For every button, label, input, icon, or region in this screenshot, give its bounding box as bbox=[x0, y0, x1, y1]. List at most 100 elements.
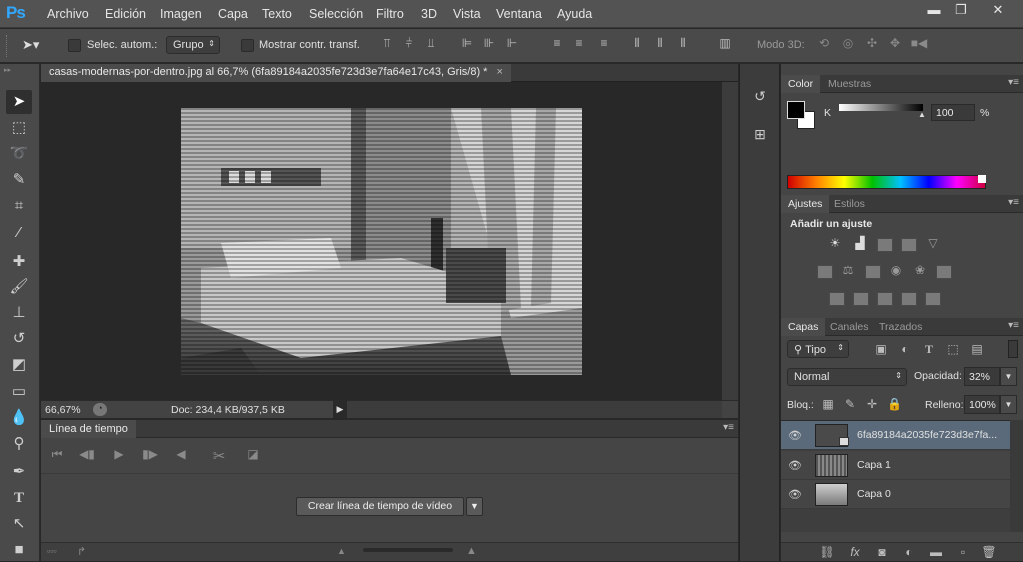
tab-channels[interactable]: Canales bbox=[823, 318, 876, 336]
canvas-vertical-scrollbar[interactable] bbox=[722, 82, 738, 400]
layer-row[interactable]: 👁 6fa89184a2035fe723d3e7fa... bbox=[781, 421, 1010, 450]
camera-3d-icon[interactable]: ■◀ bbox=[910, 36, 928, 50]
distribute-top-icon[interactable]: ≡ bbox=[548, 36, 566, 50]
frame-animation-icon[interactable]: ▫▫▫ bbox=[47, 546, 57, 556]
levels-icon[interactable]: ▟ bbox=[851, 236, 869, 250]
align-top-icon[interactable]: ⫪ bbox=[378, 36, 396, 51]
tab-styles[interactable]: Estilos bbox=[827, 195, 872, 213]
color-balance-icon[interactable]: ⚖ bbox=[839, 263, 857, 277]
collapse-arrows-icon[interactable]: ▸▸ bbox=[4, 66, 34, 74]
first-frame-icon[interactable]: ⏮ bbox=[47, 447, 67, 463]
split-scissors-icon[interactable]: ✂ bbox=[209, 447, 229, 465]
new-group-icon[interactable]: ▬ bbox=[928, 545, 944, 559]
auto-align-icon[interactable]: ▥ bbox=[716, 36, 734, 50]
healing-brush-tool-icon[interactable]: ✚ bbox=[6, 250, 32, 274]
gradient-map-icon[interactable] bbox=[925, 292, 941, 306]
auto-select-type-dropdown[interactable]: Grupo ⇕ bbox=[166, 36, 220, 54]
audio-icon[interactable]: ◀ bbox=[171, 447, 191, 463]
lock-pixels-icon[interactable]: ✎ bbox=[843, 397, 857, 411]
restore-icon[interactable]: ❐ bbox=[950, 2, 972, 18]
move-tool-icon[interactable]: ➤ bbox=[6, 90, 32, 114]
filter-shape-icon[interactable]: ⬚ bbox=[945, 342, 961, 356]
invert-icon[interactable] bbox=[829, 292, 845, 306]
layers-scrollbar[interactable] bbox=[1010, 420, 1023, 532]
filter-smart-object-icon[interactable]: ▤ bbox=[969, 342, 985, 356]
distribute-vcenter-icon[interactable]: ≡ bbox=[570, 36, 588, 50]
history-panel-icon[interactable]: ↺ bbox=[750, 88, 770, 110]
k-value-field[interactable]: 100 bbox=[931, 104, 975, 121]
zoom-in-icon[interactable]: ▲ bbox=[466, 545, 477, 557]
align-bottom-icon[interactable]: ⫫ bbox=[422, 36, 440, 51]
crop-tool-icon[interactable]: ⌗ bbox=[6, 194, 32, 218]
layer-row[interactable]: 👁 Capa 0 bbox=[781, 480, 1010, 509]
menu-vista[interactable]: Vista bbox=[453, 7, 481, 21]
threshold-icon[interactable] bbox=[877, 292, 893, 306]
photo-filter-icon[interactable]: ◉ bbox=[887, 263, 905, 277]
fill-dropdown-icon[interactable]: ▼ bbox=[1000, 395, 1017, 414]
panel-menu-icon[interactable]: ▾≡ bbox=[723, 422, 734, 433]
menu-filtro[interactable]: Filtro bbox=[376, 7, 404, 21]
tab-adjustments[interactable]: Ajustes bbox=[781, 195, 830, 213]
blur-tool-icon[interactable]: 💧 bbox=[6, 406, 32, 430]
filter-type-icon[interactable]: T bbox=[921, 342, 937, 357]
menu-seleccion[interactable]: Selección bbox=[309, 7, 363, 21]
tab-layers[interactable]: Capas bbox=[781, 318, 826, 336]
status-info-icon[interactable]: ◔ bbox=[93, 403, 107, 416]
rotate-3d-icon[interactable]: ⟲ bbox=[815, 36, 833, 50]
filter-pixel-icon[interactable]: ▣ bbox=[873, 342, 889, 356]
align-hcenter-icon[interactable]: ⊪ bbox=[480, 36, 498, 50]
eyedropper-tool-icon[interactable]: ⁄ bbox=[6, 221, 32, 245]
panel-menu-icon[interactable]: ▾≡ bbox=[1008, 320, 1019, 331]
distribute-right-icon[interactable]: ⦀ bbox=[674, 36, 692, 51]
brush-tool-icon[interactable]: 🖌 bbox=[6, 275, 32, 299]
menu-capa[interactable]: Capa bbox=[218, 7, 248, 21]
layer-style-fx-icon[interactable]: fx bbox=[847, 545, 863, 559]
blend-mode-dropdown[interactable]: Normal ⇕ bbox=[787, 368, 907, 386]
dodge-tool-icon[interactable]: ⚲ bbox=[6, 432, 32, 456]
quick-select-tool-icon[interactable]: ✎ bbox=[6, 168, 32, 192]
layer-name[interactable]: Capa 1 bbox=[857, 459, 891, 471]
color-spectrum-ramp[interactable] bbox=[787, 175, 986, 189]
lock-all-icon[interactable]: 🔒 bbox=[887, 397, 902, 411]
tab-color[interactable]: Color bbox=[781, 75, 821, 93]
hue-saturation-icon[interactable] bbox=[817, 265, 833, 279]
selective-color-icon[interactable] bbox=[901, 292, 917, 306]
roll-3d-icon[interactable]: ◎ bbox=[839, 36, 857, 50]
menu-ventana[interactable]: Ventana bbox=[496, 7, 542, 21]
curves-icon[interactable] bbox=[877, 238, 893, 252]
path-selection-tool-icon[interactable]: ↖ bbox=[6, 512, 32, 536]
lock-position-icon[interactable]: ✛ bbox=[865, 397, 879, 411]
zoom-level[interactable]: 66,67% bbox=[45, 404, 81, 416]
distribute-hcenter-icon[interactable]: ⦀ bbox=[651, 36, 669, 51]
new-adjustment-icon[interactable]: ◐ bbox=[901, 545, 917, 559]
color-lookup-icon[interactable] bbox=[936, 265, 952, 279]
timeline-tab[interactable]: Línea de tiempo bbox=[41, 420, 136, 438]
zoom-out-icon[interactable]: ▲ bbox=[337, 546, 346, 556]
panel-menu-icon[interactable]: ▾≡ bbox=[1008, 77, 1019, 88]
play-icon[interactable]: ▶ bbox=[109, 447, 129, 463]
filter-adjustment-icon[interactable]: ◐ bbox=[897, 342, 913, 356]
layer-filter-dropdown[interactable]: ⚲ Tipo ⇕ bbox=[787, 340, 849, 358]
menu-3d[interactable]: 3D bbox=[421, 7, 437, 21]
drag-3d-icon[interactable]: ✣ bbox=[863, 36, 881, 50]
canvas-area[interactable] bbox=[41, 82, 722, 400]
visibility-eye-icon[interactable]: 👁 bbox=[788, 429, 804, 442]
slider-thumb-icon[interactable]: ▲ bbox=[918, 110, 926, 119]
show-transform-checkbox[interactable] bbox=[241, 39, 254, 52]
layer-row[interactable]: 👁 Capa 1 bbox=[781, 451, 1010, 480]
close-tab-icon[interactable]: × bbox=[497, 66, 503, 78]
close-icon[interactable]: ✕ bbox=[987, 2, 1009, 18]
tab-paths[interactable]: Trazados bbox=[872, 318, 929, 336]
layer-name[interactable]: 6fa89184a2035fe723d3e7fa... bbox=[857, 429, 997, 441]
visibility-eye-icon[interactable]: 👁 bbox=[788, 459, 804, 472]
posterize-icon[interactable] bbox=[853, 292, 869, 306]
marquee-tool-icon[interactable]: ⬚ bbox=[6, 116, 32, 140]
horizontal-scrollbar[interactable] bbox=[347, 401, 722, 418]
visibility-eye-icon[interactable]: 👁 bbox=[788, 488, 804, 501]
lasso-tool-icon[interactable]: ➰ bbox=[6, 142, 32, 166]
menu-archivo[interactable]: Archivo bbox=[47, 7, 89, 21]
auto-select-checkbox[interactable] bbox=[68, 39, 81, 52]
align-vcenter-icon[interactable]: ⫩ bbox=[400, 36, 418, 51]
clone-stamp-tool-icon[interactable]: ⊥ bbox=[6, 301, 32, 325]
white-swatch[interactable] bbox=[978, 175, 986, 183]
